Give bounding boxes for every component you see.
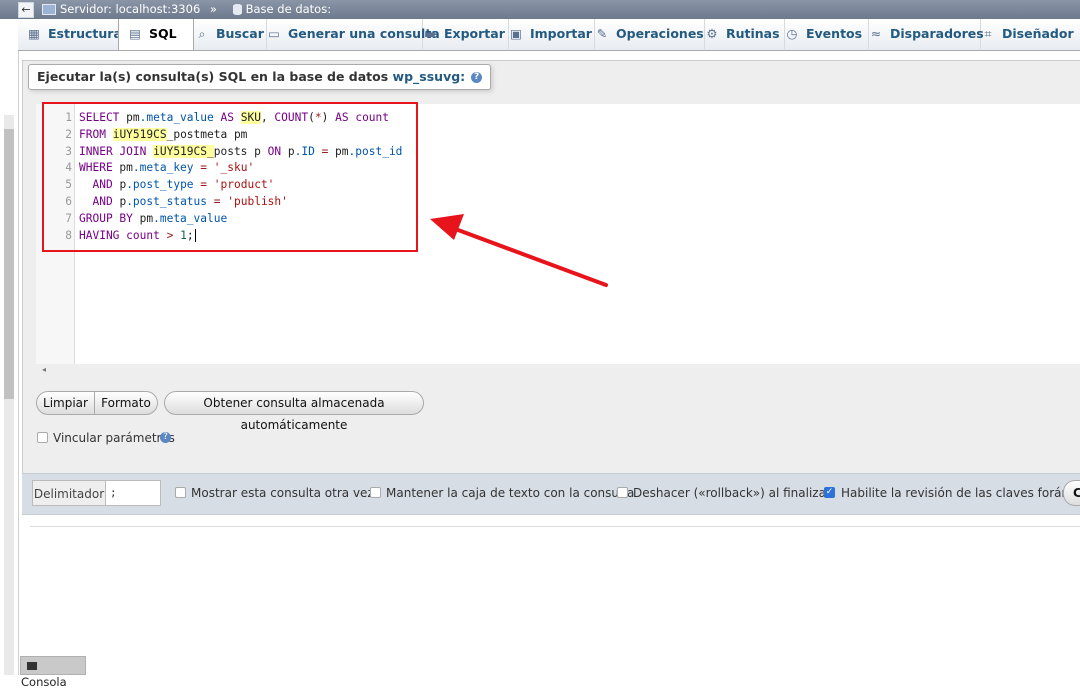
collapse-arrow-icon[interactable]: ← [18, 2, 34, 18]
divider [30, 526, 1080, 527]
bind-parameters-label: Vincular parámetros [53, 431, 175, 445]
delimiter-label: Delimitador [32, 480, 106, 506]
clear-button[interactable]: Limpiar [36, 391, 95, 415]
search-icon: ⌕ [198, 26, 206, 41]
console-toggle[interactable]: Consola [20, 656, 86, 689]
tab-eventos[interactable]: ◷ Eventos [776, 19, 869, 49]
console-icon [27, 661, 37, 670]
foreign-key-checks-checkbox[interactable]: ✓ [824, 487, 835, 498]
tab-operaciones[interactable]: ✎ Operaciones [586, 19, 705, 49]
breadcrumb-separator: » [209, 2, 217, 16]
rollback-label: Deshacer («rollback») al finalizar [633, 486, 831, 500]
query-builder-icon: ▭ [268, 26, 280, 41]
tab-rutinas[interactable]: ⚙ Rutinas [696, 19, 785, 49]
breadcrumb-bar: ← Servidor: localhost:3306 » Base de dat… [0, 0, 1080, 19]
tab-buscar[interactable]: ⌕ Buscar [186, 19, 267, 49]
help-icon[interactable]: ? [160, 432, 171, 443]
tab-disenador[interactable]: ⌗ Diseñador [972, 19, 1080, 49]
triggers-icon: ≈ [870, 26, 882, 41]
query-panel-legend: Ejecutar la(s) consulta(s) SQL en la bas… [28, 64, 492, 90]
tab-estructura[interactable]: ▦ Estructura [18, 19, 127, 49]
breadcrumb: Servidor: localhost:3306 » Base de datos… [42, 0, 331, 19]
server-icon [42, 4, 56, 15]
tab-exportar[interactable]: ▬ Exportar [414, 19, 509, 49]
structure-icon: ▦ [28, 26, 40, 41]
nav-scrollbar-thumb[interactable] [4, 129, 14, 399]
retain-query-box-label: Mantener la caja de texto con la consult… [386, 486, 635, 500]
get-autosaved-query-button[interactable]: Obtener consulta almacenada automáticame… [164, 391, 424, 432]
breadcrumb-database[interactable]: Base de datos: [246, 2, 331, 16]
format-button[interactable]: Formato [95, 391, 158, 415]
editor-hscroll-left-icon[interactable]: ◂ [36, 364, 1080, 376]
rollback-checkbox[interactable] [617, 487, 628, 498]
go-button[interactable]: C [1063, 480, 1080, 506]
clock-icon: ◷ [786, 26, 798, 41]
tab-disparadores[interactable]: ≈ Disparadores [860, 19, 984, 49]
retain-query-box-checkbox[interactable] [370, 487, 381, 498]
foreign-key-checks-label: Habilite la revisión de las claves forán… [841, 486, 1080, 500]
annotation-arrow-icon [430, 214, 608, 287]
tab-importar[interactable]: ▣ Importar [500, 19, 595, 49]
show-query-again-label: Mostrar esta consulta otra vez [191, 486, 374, 500]
main-tabs: ▦ Estructura ▤ SQL ⌕ Buscar ▭ Generar una co… [18, 19, 1080, 51]
routines-icon: ⚙ [706, 26, 718, 41]
sql-icon: ▤ [129, 26, 141, 41]
wrench-icon: ✎ [596, 26, 608, 41]
designer-icon: ⌗ [984, 26, 992, 41]
import-icon: ▣ [510, 26, 522, 41]
database-icon [232, 4, 242, 15]
delimiter-input[interactable]: ; [106, 480, 161, 506]
tab-generar-consulta[interactable]: ▭ Generar una consulta [258, 19, 440, 49]
annotation-highlight-box [42, 102, 418, 252]
show-query-again-checkbox[interactable] [175, 487, 186, 498]
database-link[interactable]: wp_ssuvg: [393, 69, 466, 84]
tab-sql[interactable]: ▤ SQL [118, 19, 194, 50]
help-icon[interactable]: ? [471, 72, 483, 83]
export-icon: ▬ [424, 26, 436, 41]
bind-parameters-checkbox[interactable] [37, 432, 48, 443]
breadcrumb-server[interactable]: Servidor: localhost:3306 [60, 2, 200, 16]
